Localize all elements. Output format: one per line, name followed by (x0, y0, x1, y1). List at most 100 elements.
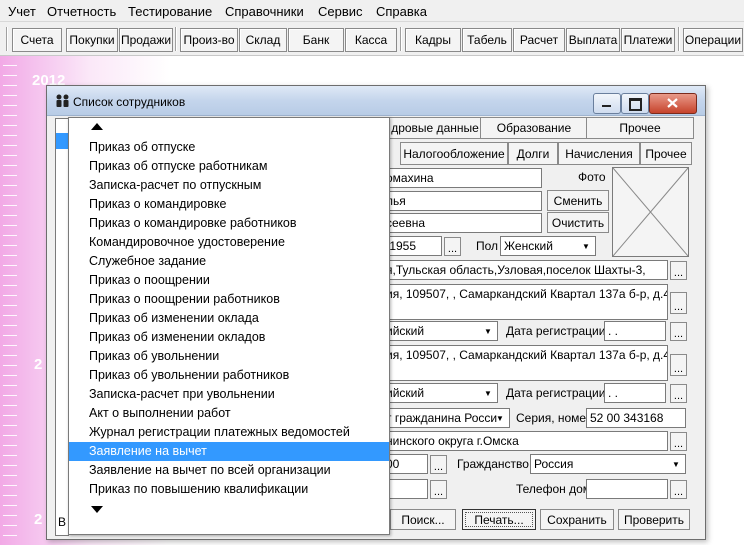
toolbar-personnel-button[interactable]: Кадры (405, 28, 461, 52)
phone-home-button[interactable]: ... (670, 480, 687, 499)
menu-bar: Учет Отчетность Тестирование Справочники… (0, 0, 744, 22)
popup-item[interactable]: Командировочное удостоверение (69, 233, 389, 252)
citizenship-dropdown[interactable]: Россия ▼ (530, 454, 686, 474)
menu-testing[interactable]: Тестирование (128, 4, 212, 19)
popup-item[interactable]: Приказ об увольнении работников (69, 366, 389, 385)
change-photo-button[interactable]: Сменить (547, 190, 609, 211)
birth-place-button[interactable]: ... (670, 261, 687, 280)
toolbar-payments-button[interactable]: Платежи (621, 28, 675, 52)
employee-list[interactable] (55, 118, 69, 536)
issued-by-field[interactable]: нинского округа г.Омска (382, 431, 668, 451)
toolbar-operations-button[interactable]: Операции (683, 28, 743, 52)
popup-item[interactable]: Приказ об отпуске работникам (69, 157, 389, 176)
menu-reports[interactable]: Отчетность (47, 4, 116, 19)
birth-date-field[interactable]: .1955 (382, 236, 442, 256)
popup-item[interactable]: Журнал регистрации платежных ведомостей (69, 423, 389, 442)
reg-date-2-button[interactable]: ... (670, 384, 687, 403)
menu-service[interactable]: Сервис (318, 4, 363, 19)
popup-item[interactable]: Приказ об изменении оклада (69, 309, 389, 328)
toolbar-cash-button[interactable]: Касса (345, 28, 397, 52)
issue-code-button[interactable]: ... (430, 455, 447, 474)
popup-item[interactable]: Приказ о командировке работников (69, 214, 389, 233)
sex-label: Пол (476, 239, 499, 253)
toolbar-accounts-button[interactable]: Счета (12, 28, 62, 52)
toolbar-bank-button[interactable]: Банк (288, 28, 344, 52)
popup-item[interactable]: Приказ об отпуске (69, 138, 389, 157)
tab-education[interactable]: Образование (480, 117, 588, 139)
menu-accounting[interactable]: Учет (8, 4, 36, 19)
name-field[interactable]: лья (382, 191, 542, 211)
close-button[interactable] (649, 93, 697, 114)
address-1-button[interactable]: ... (670, 292, 687, 314)
toolbar-sales-button[interactable]: Продажи (119, 28, 173, 52)
window-titlebar[interactable]: Список сотрудников (47, 86, 705, 116)
save-button[interactable]: Сохранить (540, 509, 614, 530)
print-button[interactable]: Печать... (462, 509, 536, 530)
region-dropdown-1[interactable]: ийский ▼ (382, 321, 498, 341)
toolbar-calculation-button[interactable]: Расчет (513, 28, 565, 52)
tab-other-1[interactable]: Прочее (586, 117, 694, 139)
reg-date-label-2: Дата регистрации (506, 386, 606, 400)
region-dropdown-2[interactable]: ийский ▼ (382, 383, 498, 403)
birth-place-field[interactable]: я,Тульская область,Узловая,поселок Шахты… (382, 260, 668, 280)
patronymic-field[interactable]: сеевна (382, 213, 542, 233)
toolbar-purchases-button[interactable]: Покупки (66, 28, 118, 52)
scroll-up-arrow-icon[interactable] (91, 123, 103, 130)
photo-placeholder-icon[interactable] (612, 167, 689, 257)
search-button[interactable]: Поиск... (390, 509, 456, 530)
list-selection-marker (56, 133, 68, 149)
popup-item[interactable]: Приказ о командировке (69, 195, 389, 214)
popup-item[interactable]: Приказ об изменении окладов (69, 328, 389, 347)
toolbar-timesheet-button[interactable]: Табель (462, 28, 512, 52)
toolbar-production-button[interactable]: Произ-во (180, 28, 238, 52)
toolbar-separator (175, 27, 177, 51)
phone-home-field[interactable] (586, 479, 668, 499)
tab-taxation[interactable]: Налогообложение (400, 142, 508, 165)
toolbar-payout-button[interactable]: Выплата (566, 28, 620, 52)
address-field-2[interactable]: ия, 109507, , Самаркандский Квартал 137а… (382, 345, 668, 381)
popup-item[interactable]: Приказ о поощрении работников (69, 290, 389, 309)
reg-date-field-1[interactable]: . . (604, 321, 666, 341)
toolbar-warehouse-button[interactable]: Склад (239, 28, 287, 52)
clear-photo-button[interactable]: Очистить (547, 212, 609, 233)
popup-item[interactable]: Приказ по повышению квалификации (69, 480, 389, 499)
maximize-button[interactable] (621, 93, 649, 114)
popup-item[interactable]: Служебное задание (69, 252, 389, 271)
address-2-button[interactable]: ... (670, 354, 687, 376)
tab-other-2[interactable]: Прочее (640, 142, 692, 165)
reg-date-field-2[interactable]: . . (604, 383, 666, 403)
address-field-1[interactable]: ия, 109507, , Самаркандский Квартал 137а… (382, 284, 668, 320)
minimize-button[interactable] (593, 93, 621, 114)
tab-personnel-data[interactable]: дровые данные (388, 117, 482, 139)
birth-date-picker-button[interactable]: ... (444, 237, 461, 256)
menu-references[interactable]: Справочники (225, 4, 304, 19)
citizenship-value: Россия (534, 457, 574, 471)
calendar-ruler (3, 56, 17, 545)
document-type-dropdown[interactable]: т гражданина Росси ▼ (382, 408, 510, 428)
check-button[interactable]: Проверить (618, 509, 690, 530)
surname-field[interactable]: омахина (382, 168, 542, 188)
popup-item[interactable]: Записка-расчет по отпускным (69, 176, 389, 195)
tab-debts[interactable]: Долги (508, 142, 558, 165)
document-popup-menu: Приказ об отпуске Приказ об отпуске рабо… (68, 117, 390, 535)
popup-item-selected[interactable]: Заявление на вычет (69, 442, 389, 461)
people-icon (56, 94, 69, 107)
scroll-down-arrow-icon[interactable] (91, 506, 103, 513)
document-type-value: т гражданина Росси (386, 411, 498, 425)
popup-item[interactable]: Записка-расчет при увольнении (69, 385, 389, 404)
tab-accruals[interactable]: Начисления (558, 142, 640, 165)
sex-dropdown[interactable]: Женский ▼ (500, 236, 596, 256)
citizenship-label: Гражданство (457, 457, 529, 471)
reg-date-1-button[interactable]: ... (670, 322, 687, 341)
popup-item[interactable]: Акт о выполнении работ (69, 404, 389, 423)
popup-item[interactable]: Заявление на вычет по всей организации (69, 461, 389, 480)
toolbar-separator (678, 27, 680, 51)
series-number-field[interactable]: 52 00 343168 (586, 408, 686, 428)
menu-help[interactable]: Справка (376, 4, 427, 19)
issued-by-button[interactable]: ... (670, 432, 687, 451)
chevron-down-icon: ▼ (582, 241, 590, 251)
popup-item[interactable]: Приказ о поощрении (69, 271, 389, 290)
popup-item[interactable]: Приказ об увольнении (69, 347, 389, 366)
series-label: Серия, номер (516, 411, 593, 425)
phone-work-button[interactable]: ... (430, 480, 447, 499)
